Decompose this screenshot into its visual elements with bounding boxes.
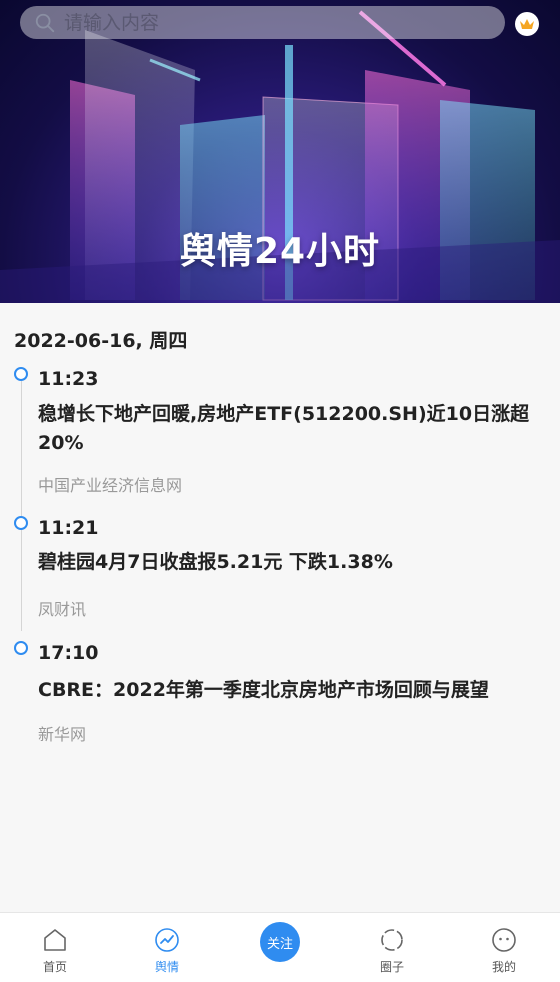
timeline-line [21,381,22,631]
news-source: 新华网 [38,725,87,744]
search-input[interactable] [64,11,464,34]
timeline-dot [14,367,28,381]
news-title[interactable]: 稳增长下地产回暖,房地产ETF(512200.SH)近10日涨超20% [38,400,548,458]
user-face-icon [492,928,516,952]
timeline-dot [14,641,28,655]
news-title[interactable]: 碧桂园4月7日收盘报5.21元 下跌1.38% [38,548,548,577]
hero-banner: 舆情24小时 [0,0,560,303]
nav-home-label: 首页 [42,960,67,974]
circle-icon [381,929,403,951]
news-timeline: 2022-06-16, 周四 11:23 稳增长下地产回暖,房地产ETF(512… [0,303,560,912]
nav-yuqing-label: 舆情 [154,960,179,974]
news-time: 17:10 [38,642,99,664]
bottom-nav: 首页 舆情 关注 圈子 我的 [0,912,560,982]
nav-circle[interactable]: 圈子 [352,913,432,982]
vip-crown-button[interactable] [515,12,539,36]
news-source: 中国产业经济信息网 [38,476,183,495]
news-time: 11:21 [38,517,99,539]
news-source: 凤财讯 [38,600,87,619]
trend-chart-icon [155,928,179,952]
hero-title: 舆情24小时 [179,231,381,272]
search-bar[interactable] [20,6,505,39]
news-time: 11:23 [38,368,99,390]
search-icon [35,13,55,32]
crown-icon [520,19,534,29]
nav-home[interactable]: 首页 [15,913,95,982]
nav-circle-label: 圈子 [379,960,404,974]
nav-mine[interactable]: 我的 [464,913,544,982]
home-icon [44,929,66,951]
nav-mine-label: 我的 [491,960,516,974]
date-header: 2022-06-16, 周四 [14,330,188,352]
news-title[interactable]: CBRE：2022年第一季度北京房地产市场回顾与展望 [38,676,548,705]
follow-button[interactable]: 关注 [260,922,300,962]
timeline-dot [14,516,28,530]
nav-yuqing[interactable]: 舆情 [127,913,207,982]
